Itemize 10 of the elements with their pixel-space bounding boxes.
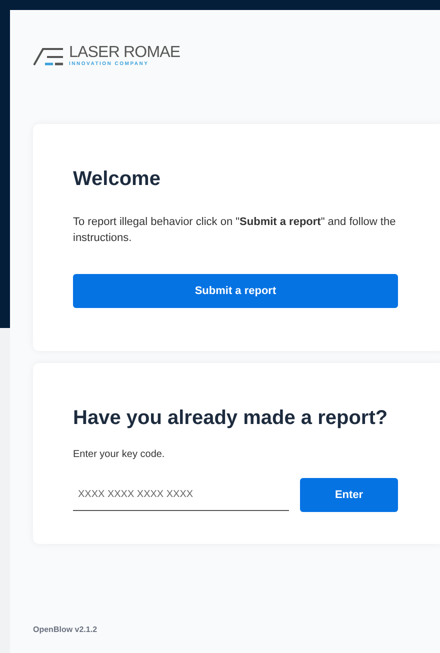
submit-report-button[interactable]: Submit a report [73,274,398,308]
key-code-field[interactable]: XXXX XXXX XXXX XXXX [73,479,289,511]
version-text: OpenBlow v2.1.2 [33,624,98,636]
logo-name: LASER ROMAE [69,45,180,61]
logo-icon [33,46,65,66]
instruction-text: To report illegal behavior click on "Submit a report" and follow the instructions. [73,215,397,246]
card-title: Welcome [73,167,162,192]
key-code-label: Enter your key code. [73,448,166,462]
enter-button[interactable]: Enter [300,478,398,512]
card-title: Have you already made a report? [73,406,389,431]
